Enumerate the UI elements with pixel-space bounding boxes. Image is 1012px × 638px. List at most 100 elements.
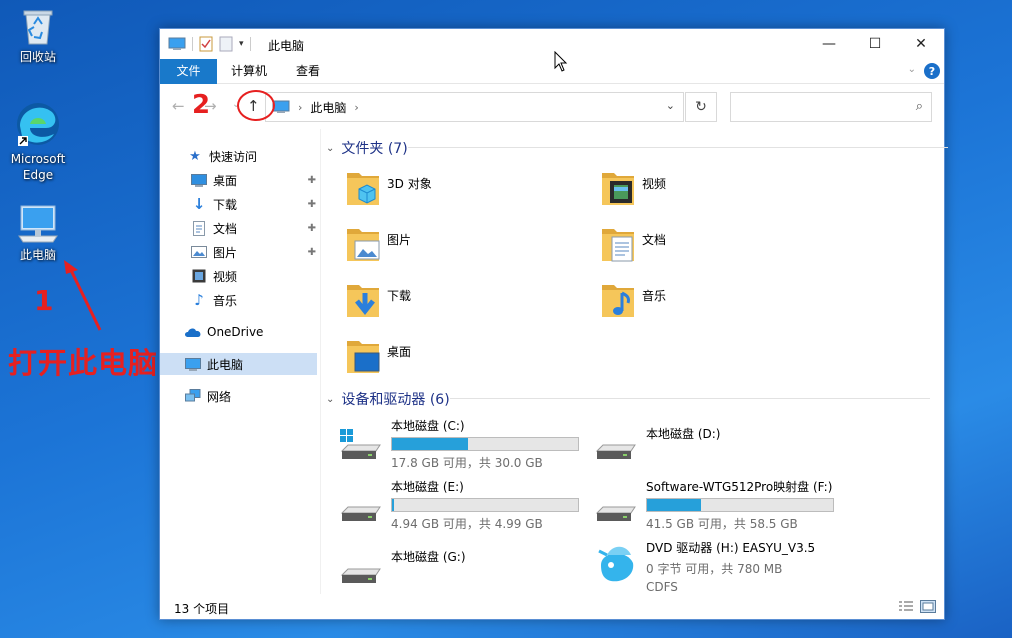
collapse-chevron-icon: ⌄ [326,142,335,154]
sidebar-item-pictures[interactable]: 图片 ✚ [190,241,316,263]
toolbar-divider [249,37,251,51]
breadcrumb-this-pc[interactable]: 此电脑 [310,99,346,116]
sidebar-item-quick-access[interactable]: ★ 快速访问 [186,145,257,167]
drive-free-space: 4.94 GB 可用，共 4.99 GB [391,517,543,531]
drive-usage-fill [647,499,701,511]
network-icon [184,388,202,404]
sidebar-item-label: OneDrive [207,325,264,339]
tab-file[interactable]: 文件 [160,59,217,84]
help-icon[interactable]: ? [924,63,940,79]
drive-usage-bar [391,437,579,451]
expand-ribbon-icon[interactable]: ⌄ [908,64,916,75]
video-icon [602,173,634,205]
sidebar-item-this-pc[interactable]: 此电脑 [160,353,317,375]
details-view-icon[interactable] [898,600,914,613]
annotation-arrow [64,260,102,331]
status-bar: 13 个项目 [160,595,944,619]
drive-free-space: 17.8 GB 可用，共 30.0 GB [391,456,543,470]
window-controls: — ☐ ✕ [806,29,944,59]
folder-item-desktop[interactable]: 桌面 [345,335,411,375]
drive-item-c[interactable]: 本地磁盘 (C:) 17.8 GB 可用，共 30.0 GB [391,417,579,471]
picture-icon [347,229,380,261]
desktop-icon-edge[interactable]: Microsoft Edge [6,100,70,183]
drive-usage-bar [646,498,834,512]
drive-item-d[interactable]: 本地磁盘 (D:) [646,425,720,442]
desktop-icon-label: Microsoft Edge [10,152,66,182]
close-button[interactable]: ✕ [898,29,944,59]
pin-icon[interactable]: ✚ [308,223,316,234]
desktop-icon [347,341,380,373]
this-pc-icon [168,37,186,50]
annotation-open-this-pc: 打开此电脑 [8,346,159,380]
folder-item-3d-objects[interactable]: 3D 对象 [345,167,432,207]
pin-icon[interactable]: ✚ [308,175,316,186]
group-header-label: 文件夹 (7) [341,141,408,157]
title-bar[interactable]: ▾ 此电脑 — ☐ ✕ [160,29,944,59]
pin-icon[interactable]: ✚ [308,247,316,258]
breadcrumb-separator[interactable]: › [354,101,358,114]
annotation-step-1: 1 [34,284,54,317]
hdd-icon [340,568,381,583]
pane-divider[interactable] [320,129,321,594]
explorer-window: ▾ 此电脑 — ☐ ✕ 文件 计算机 查看 ⌄ ? ← → ⌄ ↑ › 此电脑 … [159,28,948,620]
new-folder-icon[interactable] [219,36,233,52]
sidebar-item-onedrive[interactable]: OneDrive [184,321,263,343]
sidebar-item-documents[interactable]: 文档 ✚ [190,217,316,239]
sidebar-item-downloads[interactable]: ↓ 下载 ✚ [190,193,316,215]
customize-toolbar-icon[interactable]: ▾ [239,39,244,49]
sidebar-item-network[interactable]: 网络 [184,385,231,407]
tab-view[interactable]: 查看 [282,59,334,84]
folder-item-documents[interactable]: 文档 [600,223,666,263]
breadcrumb-separator: › [298,100,303,114]
item-count: 13 个项目 [174,602,230,616]
desktop-icon-label: 回收站 [19,50,56,64]
back-button[interactable]: ← [172,97,185,115]
sidebar-item-label: 音乐 [213,293,238,308]
sidebar-item-label: 视频 [213,269,238,284]
folder-item-music[interactable]: 音乐 [600,279,666,319]
folder-item-pictures[interactable]: 图片 [345,223,411,263]
music-icon [602,285,634,317]
hdd-icon [595,506,636,521]
maximize-button[interactable]: ☐ [852,29,898,59]
refresh-button[interactable]: ↻ [685,92,717,122]
group-header-label: 设备和驱动器 (6) [341,392,450,408]
desktop-icon-this-pc[interactable]: 此电脑 [6,204,70,263]
folder-label: 3D 对象 [387,177,432,191]
drive-item-e[interactable]: 本地磁盘 (E:) 4.94 GB 可用，共 4.99 GB [391,478,579,532]
sidebar-item-desktop[interactable]: 桌面 ✚ [190,169,316,191]
drive-item-f[interactable]: Software-WTG512Pro映射盘 (F:) 41.5 GB 可用，共 … [646,478,834,532]
address-bar[interactable]: › 此电脑 › ⌄ [265,92,684,122]
desktop-icon-recycle-bin[interactable]: 回收站 [6,6,70,65]
annotation-circle [237,90,275,121]
hdd-icon [595,444,636,459]
group-header-devices[interactable]: ⌄ 设备和驱动器 (6) [326,389,930,409]
properties-icon[interactable] [199,36,213,52]
folder-item-videos[interactable]: 视频 [600,167,666,207]
drive-item-g[interactable]: 本地磁盘 (G:) [391,548,466,565]
drive-item-h[interactable]: DVD 驱动器 (H:) EASYU_V3.5 0 字节 可用，共 780 MB… [646,539,815,594]
folder-label: 桌面 [387,345,412,359]
drive-free-space: 41.5 GB 可用，共 58.5 GB [646,517,798,531]
sidebar-item-label: 桌面 [213,173,238,188]
tab-computer[interactable]: 计算机 [217,59,281,84]
drive-free-space: 0 字节 可用，共 780 MB [646,562,783,576]
minimize-button[interactable]: — [806,29,852,59]
search-input[interactable]: ⌕ [730,92,932,122]
star-icon: ★ [189,148,201,164]
view-toggles [898,600,936,613]
desktop-icon [190,172,208,188]
drive-name: Software-WTG512Pro映射盘 (F:) [646,480,833,494]
group-header-folders[interactable]: ⌄ 文件夹 (7) [326,138,948,158]
video-icon [190,268,208,284]
group-divider [449,398,930,399]
address-dropdown-button[interactable]: ⌄ [666,99,675,112]
document-icon [190,220,208,236]
sidebar-item-videos[interactable]: 视频 [190,265,237,287]
folder-item-downloads[interactable]: 下载 [345,279,411,319]
large-icons-view-icon[interactable] [920,600,936,613]
pin-icon[interactable]: ✚ [308,199,316,210]
3d-objects-icon [347,173,379,205]
sidebar-item-music[interactable]: ♪ 音乐 [190,289,237,311]
this-pc-icon [18,205,58,243]
